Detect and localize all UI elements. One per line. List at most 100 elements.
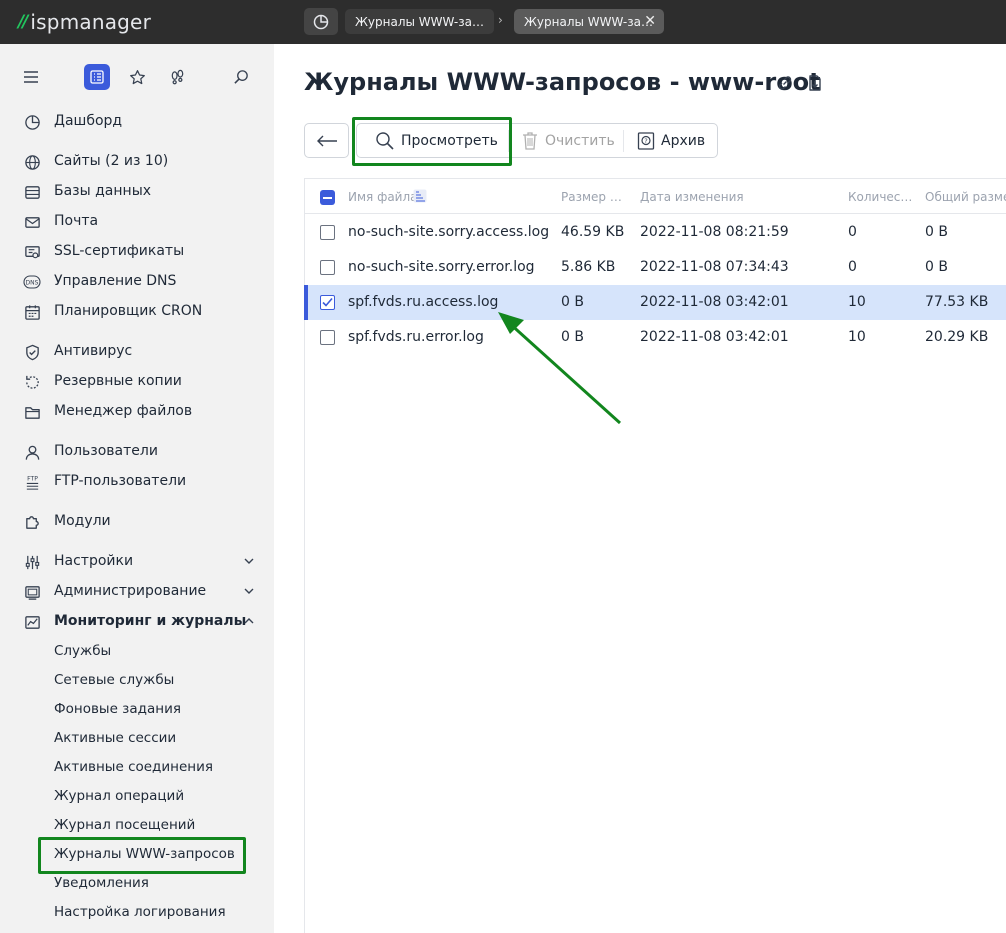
sidebar-subitem-notifications[interactable]: Уведомления xyxy=(54,875,149,891)
sidebar-item-backups[interactable]: Резервные копии xyxy=(0,370,274,394)
sidebar-item-label: Администрирование xyxy=(54,583,207,599)
row-checkbox[interactable] xyxy=(320,260,335,275)
cell-size: 0 B xyxy=(561,329,584,345)
puzzle-icon xyxy=(23,513,41,531)
sidebar-item-modules[interactable]: Модули xyxy=(0,510,274,534)
sidebar-toolbar xyxy=(0,64,274,90)
sidebar-item-label: Планировщик CRON xyxy=(54,303,203,319)
arrow-left-icon xyxy=(316,135,337,146)
globe-icon xyxy=(23,153,41,171)
footprints-icon[interactable] xyxy=(164,64,190,90)
search-icon[interactable] xyxy=(228,64,254,90)
sort-icon[interactable] xyxy=(413,189,427,203)
sidebar-item-sites[interactable]: Сайты (2 из 10) xyxy=(0,150,274,174)
sidebar-subitem-services[interactable]: Службы xyxy=(54,643,111,659)
sidebar-item-label: Управление DNS xyxy=(54,273,177,289)
sidebar-item-file-manager[interactable]: Менеджер файлов xyxy=(0,400,274,424)
table-row[interactable]: spf.fvds.ru.error.log 0 B 2022-11-08 03:… xyxy=(305,320,1006,355)
pie-chart-icon xyxy=(313,14,329,29)
table-row-selected[interactable]: spf.fvds.ru.access.log 0 B 2022-11-08 03… xyxy=(304,285,1006,320)
cell-count: 10 xyxy=(848,294,866,310)
column-header-date[interactable]: Дата изменения xyxy=(640,190,744,204)
sidebar-item-dns[interactable]: DNS Управление DNS xyxy=(0,270,274,294)
sidebar-item-administration[interactable]: Администрирование xyxy=(0,580,274,604)
sidebar-item-label: SSL-сертификаты xyxy=(54,243,185,259)
sidebar-item-monitoring[interactable]: Мониторинг и журналы xyxy=(0,610,274,634)
list-icon[interactable] xyxy=(84,64,110,90)
sidebar-item-label: FTP-пользователи xyxy=(54,473,187,489)
server-icon xyxy=(23,583,41,601)
sidebar-subitem-operations-log[interactable]: Журнал операций xyxy=(54,788,184,804)
table-header: Имя файла Размер … Дата изменения Количе… xyxy=(305,179,1006,214)
sidebar-item-settings[interactable]: Настройки xyxy=(0,550,274,574)
cell-total: 0 B xyxy=(925,259,948,275)
tab-www-logs-active[interactable]: Журналы WWW-за… ✕ xyxy=(514,9,664,34)
certificate-icon xyxy=(23,243,41,261)
table-row[interactable]: no-such-site.sorry.error.log 5.86 KB 202… xyxy=(305,250,1006,285)
sidebar-item-ftp-users[interactable]: FTP FTP-пользователи xyxy=(0,470,274,494)
sidebar-subitem-visits-log[interactable]: Журнал посещений xyxy=(54,817,195,833)
sidebar-item-databases[interactable]: Базы данных xyxy=(0,180,274,204)
clear-button-label: Очистить xyxy=(545,132,615,149)
sidebar-item-cron[interactable]: Планировщик CRON xyxy=(0,300,274,324)
star-icon[interactable] xyxy=(124,64,150,90)
column-header-name[interactable]: Имя файла xyxy=(348,190,418,204)
calendar-icon xyxy=(23,303,41,321)
highlight-box-view-button xyxy=(352,117,512,166)
title-actions xyxy=(776,74,824,92)
sidebar-subitem-logging-settings[interactable]: Настройка логирования xyxy=(54,904,226,920)
chevron-down-icon[interactable] xyxy=(242,554,256,568)
cell-total: 77.53 KB xyxy=(925,294,989,310)
chevron-up-icon[interactable] xyxy=(242,614,256,628)
cell-size: 46.59 KB xyxy=(561,224,625,240)
column-header-count[interactable]: Количес… xyxy=(848,190,912,204)
select-all-checkbox[interactable] xyxy=(320,190,335,205)
sidebar-item-dashboard[interactable]: Дашборд xyxy=(0,110,274,134)
sidebar-subitem-network-services[interactable]: Сетевые службы xyxy=(54,672,174,688)
sidebar-item-mail[interactable]: Почта xyxy=(0,210,274,234)
cell-name: spf.fvds.ru.access.log xyxy=(348,294,499,310)
trash-icon xyxy=(521,131,539,151)
sidebar-item-label: Пользователи xyxy=(54,443,158,459)
sidebar-subitem-background-tasks[interactable]: Фоновые задания xyxy=(54,701,181,717)
cell-count: 10 xyxy=(848,329,866,345)
toolbar-divider xyxy=(623,130,624,152)
dashboard-tab[interactable] xyxy=(304,8,338,35)
column-header-size[interactable]: Размер … xyxy=(561,190,622,204)
logo[interactable]: // ispmanager xyxy=(18,10,151,34)
row-checkbox[interactable] xyxy=(320,295,335,310)
column-header-label: Имя файла xyxy=(348,190,418,204)
cell-name: no-such-site.sorry.error.log xyxy=(348,259,535,275)
logo-mark-icon: // xyxy=(18,12,29,32)
cell-total: 0 B xyxy=(925,224,948,240)
sidebar-item-label: Модули xyxy=(54,513,111,529)
link-icon[interactable] xyxy=(776,74,794,92)
row-checkbox[interactable] xyxy=(320,330,335,345)
row-checkbox[interactable] xyxy=(320,225,335,240)
sidebar-subitem-active-connections[interactable]: Активные соединения xyxy=(54,759,213,775)
chevron-down-icon[interactable] xyxy=(242,584,256,598)
sidebar: Дашборд Сайты (2 из 10) Базы данных Почт… xyxy=(0,44,274,933)
sidebar-item-ssl[interactable]: SSL-сертификаты xyxy=(0,240,274,264)
cell-size: 0 B xyxy=(561,294,584,310)
tab-www-logs-list[interactable]: Журналы WWW-за… xyxy=(345,9,494,34)
column-header-total-size[interactable]: Общий размер xyxy=(925,190,1006,204)
cell-count: 0 xyxy=(848,224,857,240)
page-title: Журналы WWW-запросов - www-root xyxy=(304,68,821,96)
table-row[interactable]: no-such-site.sorry.access.log 46.59 KB 2… xyxy=(305,215,1006,250)
clear-button[interactable]: Очистить xyxy=(521,124,615,157)
ftp-icon: FTP xyxy=(23,473,41,491)
sidebar-item-users[interactable]: Пользователи xyxy=(0,440,274,464)
sidebar-item-antivirus[interactable]: Антивирус xyxy=(0,340,274,364)
sidebar-item-label: Почта xyxy=(54,213,99,229)
archive-button[interactable]: ? Архив xyxy=(637,124,705,157)
close-icon[interactable]: ✕ xyxy=(644,13,656,29)
download-icon[interactable] xyxy=(806,74,824,92)
sidebar-subitem-active-sessions[interactable]: Активные сессии xyxy=(54,730,176,746)
back-button[interactable] xyxy=(304,123,349,158)
menu-icon[interactable] xyxy=(18,64,44,90)
tab-label: Журналы WWW-за… xyxy=(355,14,484,29)
cell-date: 2022-11-08 08:21:59 xyxy=(640,224,789,240)
top-bar: // ispmanager Журналы WWW-за… › Журналы … xyxy=(0,0,1006,44)
cell-name: spf.fvds.ru.error.log xyxy=(348,329,484,345)
